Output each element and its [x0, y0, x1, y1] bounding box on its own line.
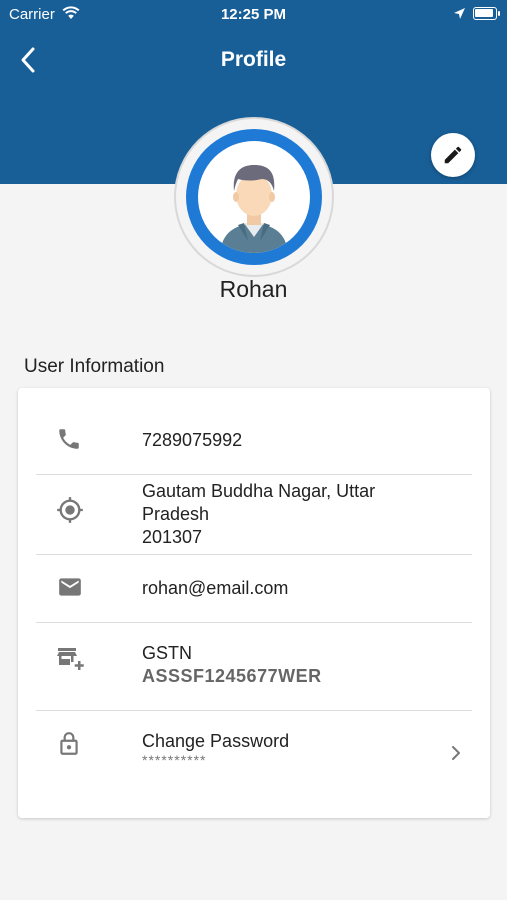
divider: [36, 554, 472, 555]
email-row[interactable]: rohan@email.com: [36, 566, 472, 610]
edit-profile-button[interactable]: [431, 133, 475, 177]
divider: [36, 622, 472, 623]
divider: [36, 710, 472, 711]
divider: [36, 474, 472, 475]
page-title: Profile: [220, 48, 287, 71]
section-title: User Information: [24, 356, 165, 377]
battery-icon: [473, 7, 500, 20]
password-mask: **********: [142, 752, 207, 768]
change-password-row[interactable]: Change Password **********: [36, 728, 472, 778]
gstn-label: GSTN: [142, 643, 193, 663]
status-time: 12:25 PM: [220, 6, 287, 23]
address-value: Gautam Buddha Nagar, Uttar Pradesh 20130…: [142, 480, 375, 549]
gstn-info: GSTN ASSSF1245677WER: [142, 642, 322, 688]
gstn-row[interactable]: GSTN ASSSF1245677WER: [36, 640, 472, 690]
phone-value: 7289075992: [142, 430, 243, 450]
change-password-label: Change Password: [142, 731, 290, 751]
lock-icon: [60, 732, 78, 755]
status-bar: Carrier 12:25 PM: [0, 0, 507, 30]
location-arrow-icon: [454, 8, 465, 19]
gstn-value: ASSSF1245677WER: [142, 666, 322, 686]
mail-icon: [59, 578, 81, 596]
address-line-3: 201307: [142, 527, 203, 547]
password-info: Change Password **********: [142, 730, 289, 767]
email-value: rohan@email.com: [142, 578, 289, 598]
location-target-icon: [57, 497, 83, 523]
avatar-ring: [186, 129, 322, 265]
address-line-2: Pradesh: [142, 504, 210, 524]
address-line-1: Gautam Buddha Nagar, Uttar: [142, 481, 376, 501]
address-row[interactable]: Gautam Buddha Nagar, Uttar Pradesh 20130…: [36, 480, 472, 548]
user-name: Rohan: [219, 276, 288, 302]
store-add-icon: [57, 648, 84, 670]
user-info-card: 7289075992 Gautam Buddha Nagar, Uttar Pr…: [18, 388, 490, 818]
avatar-image: [198, 141, 310, 253]
phone-icon: [59, 429, 79, 449]
pencil-icon: [444, 146, 462, 164]
phone-row[interactable]: 7289075992: [36, 418, 472, 462]
chevron-right-icon: [452, 746, 460, 760]
avatar[interactable]: [176, 119, 332, 275]
user-avatar-icon: [220, 165, 288, 253]
